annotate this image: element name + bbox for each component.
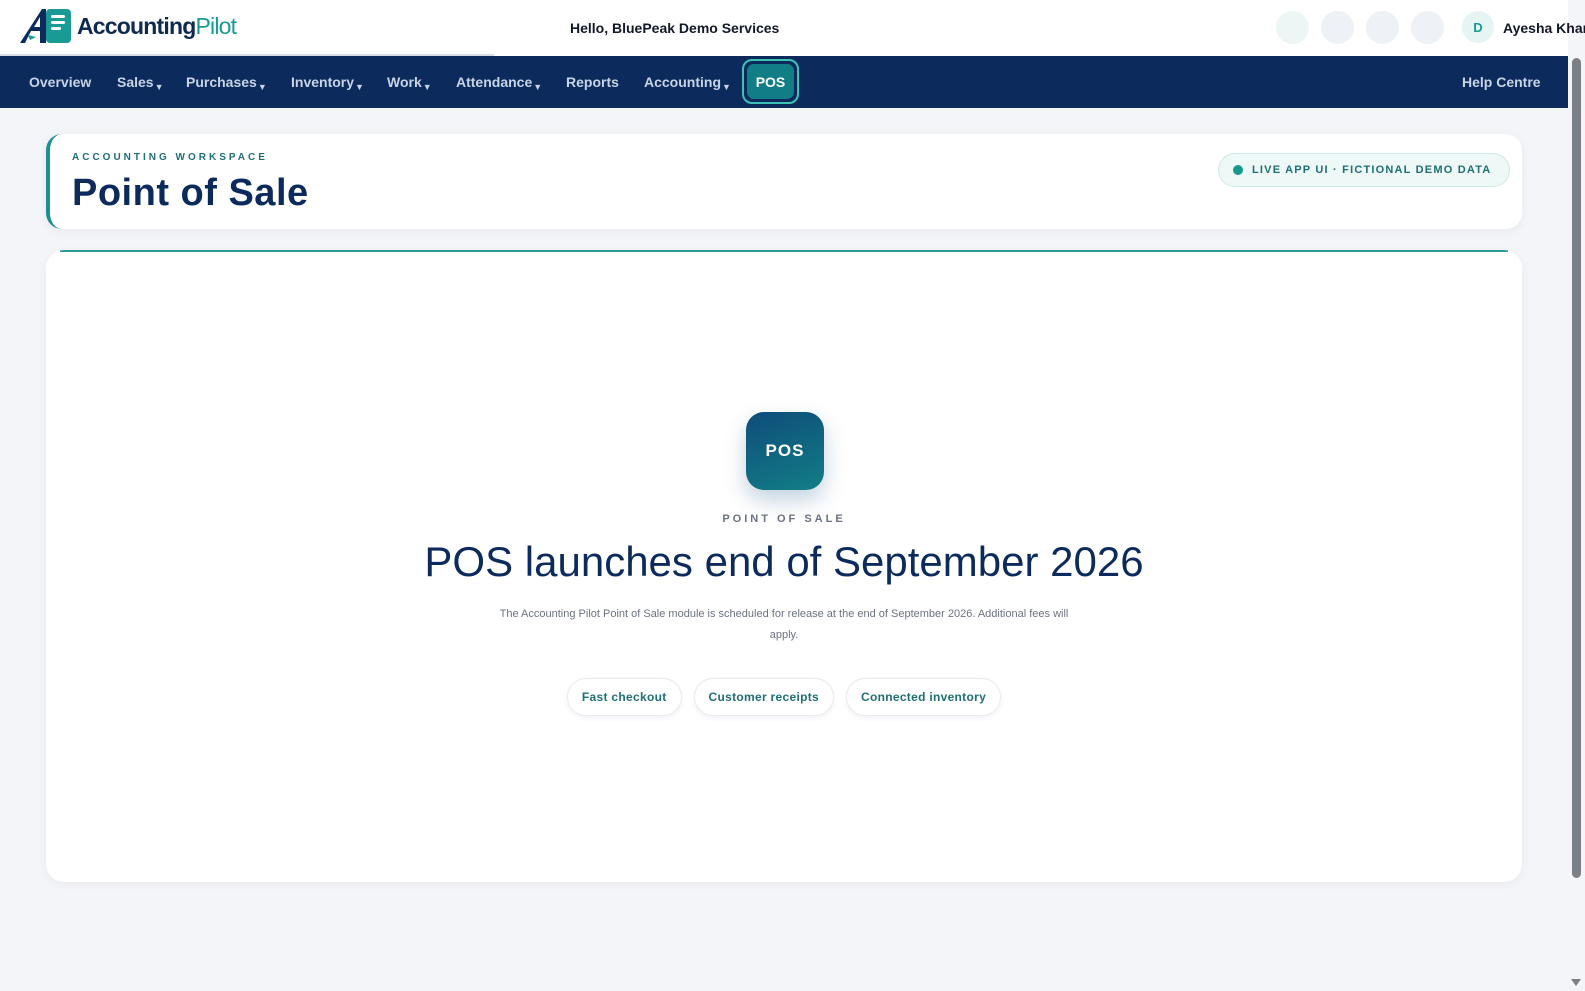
nav-item-pos-label: POS (747, 64, 794, 99)
nav-item-attendance[interactable]: Attendance▼ (456, 74, 542, 92)
page-title: Point of Sale (72, 172, 309, 214)
feature-chip-fast-checkout: Fast checkout (566, 678, 682, 716)
nav-item-label: Purchases (186, 74, 257, 90)
nav-item-purchases[interactable]: Purchases▼ (186, 74, 267, 92)
header-action-icons (1276, 11, 1456, 44)
feature-chip-customer-receipts: Customer receipts (693, 678, 834, 716)
header-action-icon-1[interactable] (1276, 11, 1309, 44)
nav-item-sales[interactable]: Sales▼ (117, 74, 164, 92)
chevron-down-icon: ▼ (257, 82, 267, 92)
nav-item-label: Reports (566, 74, 619, 90)
status-badge: LIVE APP UI · FICTIONAL DEMO DATA (1218, 153, 1510, 187)
chevron-down-icon: ▼ (422, 82, 432, 92)
user-name[interactable]: Ayesha Khan (1503, 20, 1585, 36)
page-scrollbar[interactable] (1568, 56, 1585, 991)
scrollbar-thumb[interactable] (1572, 58, 1581, 878)
pos-coming-soon-card: POS POINT OF SALE POS launches end of Se… (46, 250, 1522, 882)
nav-item-overview[interactable]: Overview (29, 74, 91, 90)
user-avatar[interactable]: D (1462, 11, 1494, 43)
nav-item-label: Inventory (291, 74, 355, 90)
nav-item-label: Work (387, 74, 422, 90)
nav-item-label: Sales (117, 74, 154, 90)
nav-item-label: Accounting (644, 74, 721, 90)
brand-name-primary: Accounting (77, 12, 196, 39)
pos-eyebrow: POINT OF SALE (722, 513, 846, 525)
chevron-down-icon: ▼ (722, 82, 731, 92)
nav-item-accounting[interactable]: Accounting▼ (644, 74, 731, 92)
pos-app-icon: POS (746, 412, 824, 490)
header-action-icon-3[interactable] (1366, 11, 1399, 44)
top-header: AccountingPilot Hello, BluePeak Demo Ser… (0, 0, 1585, 56)
status-badge-label: LIVE APP UI · FICTIONAL DEMO DATA (1252, 164, 1492, 176)
nav-item-work[interactable]: Work▼ (387, 74, 432, 92)
card-accent-line (60, 250, 1508, 252)
header-action-icon-2[interactable] (1321, 11, 1354, 44)
chevron-down-icon: ▼ (533, 82, 543, 92)
help-centre-link[interactable]: Help Centre (1462, 74, 1541, 90)
greeting-text: Hello, BluePeak Demo Services (570, 20, 780, 36)
scroll-down-arrow-icon[interactable] (1571, 979, 1581, 986)
nav-item-pos[interactable]: POS (742, 59, 799, 104)
nav-item-inventory[interactable]: Inventory▼ (291, 74, 364, 92)
nav-item-label: Attendance (456, 74, 533, 90)
feature-chip-connected-inventory: Connected inventory (846, 678, 1002, 716)
workspace-header-card: ACCOUNTING WORKSPACE Point of Sale LIVE … (46, 134, 1522, 229)
nav-item-reports[interactable]: Reports (566, 74, 619, 90)
chevron-down-icon: ▼ (355, 82, 364, 92)
main-nav: Overview Sales▼ Purchases▼ Inventory▼ Wo… (0, 56, 1568, 108)
feature-chips: Fast checkout Customer receipts Connecte… (46, 678, 1522, 716)
brand-name: AccountingPilot (77, 12, 238, 40)
workspace-eyebrow: ACCOUNTING WORKSPACE (72, 152, 268, 163)
brand-logo[interactable]: AccountingPilot (18, 7, 238, 45)
chevron-down-icon: ▼ (154, 82, 164, 92)
logo-mark-icon (20, 9, 71, 43)
header-action-icon-4[interactable] (1411, 11, 1444, 44)
pos-launch-heading: POS launches end of September 2026 (424, 538, 1144, 585)
brand-name-secondary: Pilot (195, 12, 238, 39)
status-dot-icon (1233, 165, 1243, 175)
pos-launch-description: The Accounting Pilot Point of Sale modul… (499, 608, 1069, 641)
nav-item-label: Overview (29, 74, 92, 90)
